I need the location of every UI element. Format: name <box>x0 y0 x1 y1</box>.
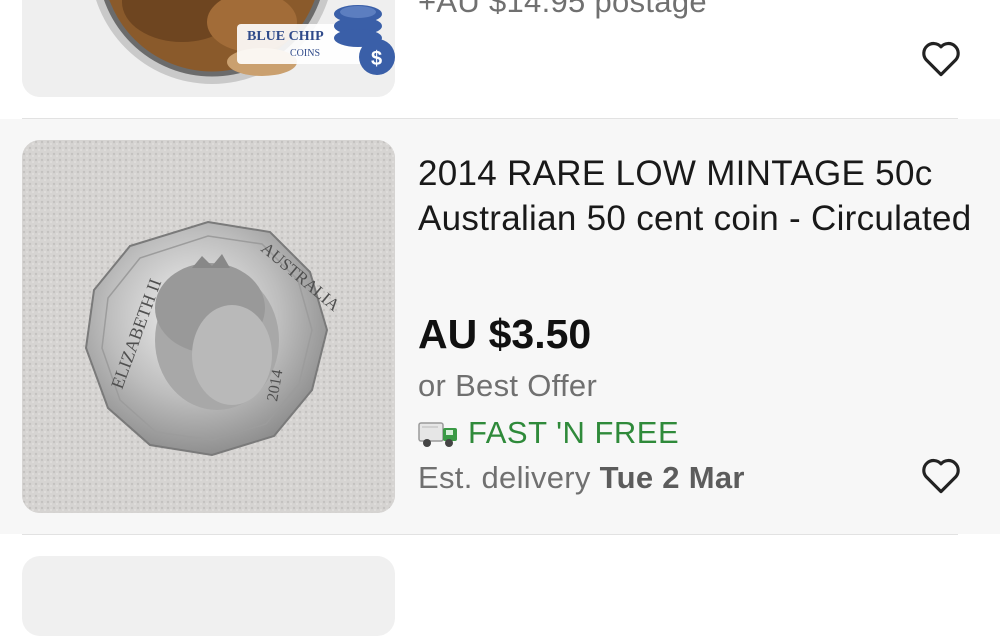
brand-text: BLUE CHIP <box>247 29 324 44</box>
listing-image-previous[interactable]: BLUE CHIP COINS $ <box>22 0 395 97</box>
listing-image-next[interactable] <box>22 556 395 636</box>
listing-next[interactable] <box>0 535 1000 636</box>
listing-previous[interactable]: BLUE CHIP COINS $ +AU $14.95 postage <box>0 0 1000 118</box>
delivery-truck-icon <box>418 422 457 447</box>
listing-price: AU $3.50 <box>418 311 592 357</box>
shipping-badge-label: FAST 'N FREE <box>468 415 680 450</box>
listing-image-coin[interactable]: ELIZABETH II AUSTRALIA 2014 <box>22 140 395 513</box>
svg-text:$: $ <box>371 48 382 70</box>
listing-title[interactable]: 2014 RARE LOW MINTAGE 50c Australian 50 … <box>418 151 978 241</box>
shipping-badge: FAST 'N FREE <box>418 415 679 451</box>
shipping-cost-text: +AU $14.95 postage <box>418 0 707 19</box>
brand-subtext: COINS <box>290 48 320 59</box>
listing-current[interactable]: ELIZABETH II AUSTRALIA 2014 2014 RARE LO… <box>0 119 1000 534</box>
delivery-estimate: Est. delivery Tue 2 Mar <box>418 460 745 496</box>
heart-icon[interactable] <box>920 38 962 78</box>
delivery-date: Tue 2 Mar <box>599 460 745 495</box>
delivery-prefix: Est. delivery <box>418 460 591 495</box>
heart-icon[interactable] <box>920 455 962 495</box>
best-offer-text: or Best Offer <box>418 368 598 403</box>
